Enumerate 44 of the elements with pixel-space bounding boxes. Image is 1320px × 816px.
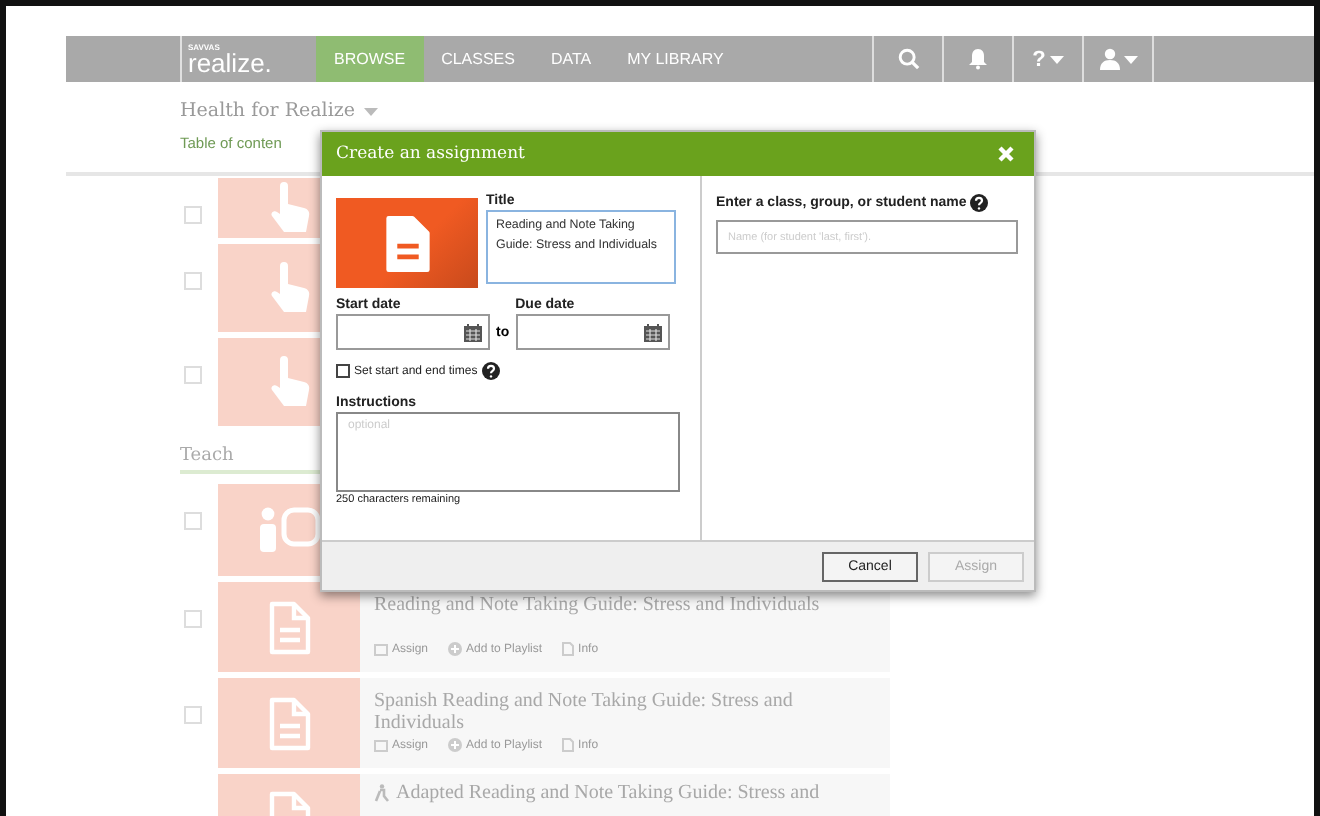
page-icon (562, 738, 575, 752)
item-checkbox[interactable] (184, 272, 202, 290)
assign-icon (374, 643, 388, 655)
resource-title[interactable]: Adapted Reading and Note Taking Guide: Stress and (396, 782, 820, 804)
accessibility-icon (374, 784, 390, 802)
document-icon (267, 695, 311, 751)
resource-title[interactable]: Spanish Reading and Note Taking Guide: Stress and Individuals (374, 690, 876, 734)
calendar-icon (464, 323, 482, 341)
assign-icon (374, 739, 388, 751)
help-menu-button[interactable]: ? (1012, 36, 1082, 82)
pointing-hand-icon (267, 262, 311, 314)
pointing-hand-icon (267, 356, 311, 408)
due-date-field[interactable] (515, 314, 670, 350)
nav-tab[interactable]: DATA (532, 36, 610, 82)
close-icon[interactable] (998, 146, 1014, 162)
caret-icon (1123, 55, 1137, 63)
plus-circle-icon (448, 642, 463, 656)
page-icon (562, 642, 575, 656)
item-checkbox[interactable] (184, 366, 202, 384)
document-icon (383, 213, 431, 273)
caret-icon (1049, 55, 1064, 63)
nav-tab[interactable]: BROWSE (316, 36, 424, 82)
user-icon (1099, 48, 1119, 70)
times-checkbox[interactable] (336, 364, 350, 378)
dialog-title: Create an assignment (336, 144, 525, 164)
pointing-hand-icon (267, 182, 311, 234)
help-icon[interactable] (970, 194, 989, 212)
nav-tab[interactable]: MY LIBRARY (609, 36, 742, 82)
plus-circle-icon (448, 738, 463, 752)
bell-icon (968, 48, 988, 70)
item-checkbox[interactable] (184, 610, 202, 628)
item-checkbox[interactable] (184, 512, 202, 530)
help-icon[interactable] (481, 362, 500, 380)
user-menu-button[interactable] (1082, 36, 1154, 82)
item-checkbox[interactable] (184, 206, 202, 224)
start-date-field[interactable] (336, 314, 490, 350)
document-icon (267, 599, 311, 655)
resource-title[interactable]: Reading and Note Taking Guide: Stress and Individuals (374, 594, 820, 616)
program-title[interactable]: Health for Realize (180, 100, 356, 122)
caret-icon (363, 107, 378, 115)
calendar-icon (643, 323, 662, 341)
search-icon (897, 48, 919, 70)
nav-tab[interactable]: CLASSES (423, 36, 533, 82)
item-checkbox[interactable] (184, 706, 202, 724)
